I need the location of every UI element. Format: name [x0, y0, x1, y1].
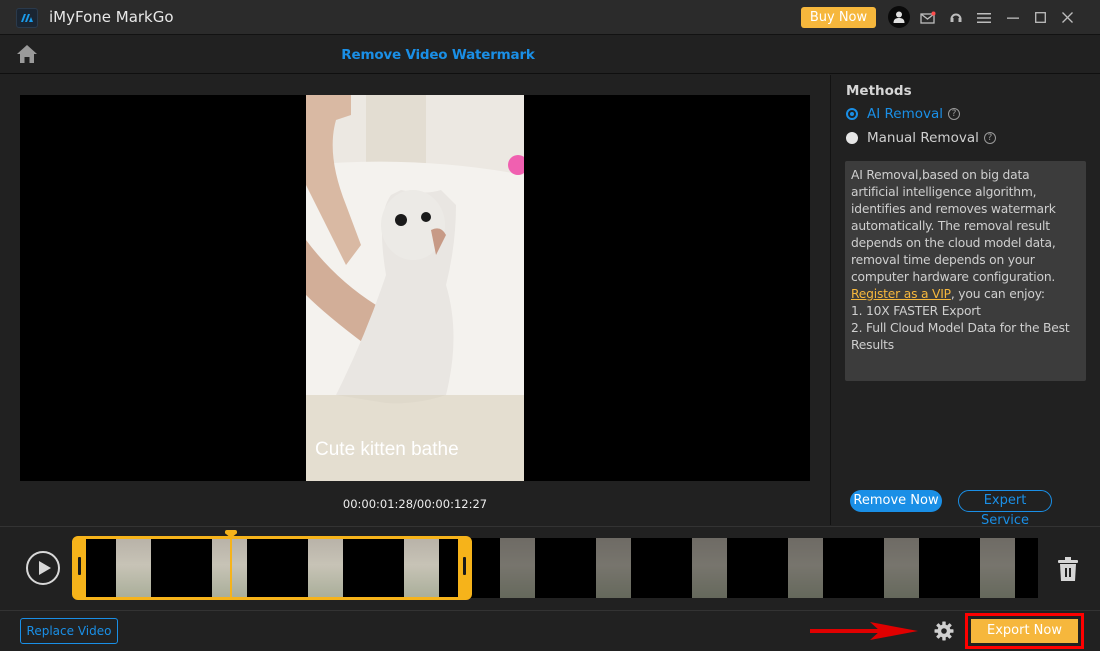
method-description: AI Removal,based on big data artificial …	[845, 161, 1086, 381]
export-highlight-box: Export Now	[965, 613, 1084, 649]
methods-panel: Methods AI Removal ? Manual Removal ? AI…	[830, 75, 1100, 528]
ai-removal-option[interactable]: AI Removal ?	[846, 106, 961, 122]
video-frame: Cute kitten bathe	[306, 95, 524, 481]
manual-removal-option[interactable]: Manual Removal ?	[846, 130, 996, 146]
gear-icon[interactable]	[934, 621, 954, 641]
expert-service-button[interactable]: Expert Service	[958, 490, 1052, 528]
buy-now-button[interactable]: Buy Now	[801, 7, 876, 28]
mail-icon[interactable]	[918, 7, 938, 28]
menu-icon[interactable]	[974, 7, 994, 28]
timeline-thumbnail	[884, 538, 919, 598]
export-now-button[interactable]: Export Now	[971, 619, 1078, 643]
title-bar: iMyFone MarkGo Buy Now	[0, 0, 1100, 35]
preview-panel: Cute kitten bathe 00:00:01:28/00:00:12:2…	[0, 75, 830, 525]
footer-bar: Replace Video Export Now	[0, 612, 1100, 651]
methods-label: Methods	[846, 83, 912, 99]
timeline-thumbnail	[788, 538, 823, 598]
red-arrow-annotation-icon	[810, 622, 918, 640]
page-title: Remove Video Watermark	[341, 47, 535, 63]
replace-video-button[interactable]: Replace Video	[20, 618, 118, 644]
description-text: AI Removal,based on big data artificial …	[851, 168, 1056, 284]
question-circle-icon[interactable]: ?	[983, 132, 996, 144]
video-preview[interactable]: Cute kitten bathe	[20, 95, 810, 481]
page-header: Remove Video Watermark	[0, 36, 1100, 74]
app-window: iMyFone MarkGo Buy Now Remove Video Wate…	[0, 0, 1100, 651]
timeline-thumbnail	[500, 538, 535, 598]
timeline-thumbnail	[596, 538, 631, 598]
vip-suffix: , you can enjoy:	[950, 287, 1045, 301]
timeline-thumbnail	[692, 538, 727, 598]
playhead[interactable]	[230, 536, 232, 600]
video-frame-image	[306, 95, 524, 481]
video-caption: Cute kitten bathe	[315, 439, 459, 460]
timeline-selection[interactable]	[72, 536, 472, 600]
selection-end-handle[interactable]	[463, 557, 466, 575]
user-avatar-icon[interactable]	[888, 6, 910, 28]
remove-now-button[interactable]: Remove Now	[850, 490, 942, 512]
manual-removal-label[interactable]: Manual Removal	[867, 130, 979, 146]
support-headset-icon[interactable]	[946, 7, 966, 28]
register-vip-link[interactable]: Register as a VIP	[851, 287, 951, 301]
timecode: 00:00:01:28/00:00:12:27	[342, 497, 488, 511]
close-icon[interactable]	[1057, 7, 1077, 28]
maximize-icon[interactable]	[1030, 7, 1050, 28]
play-circle-icon[interactable]	[26, 551, 60, 585]
timeline	[0, 526, 1100, 611]
trash-icon[interactable]	[1058, 556, 1078, 582]
minimize-icon[interactable]	[1003, 7, 1023, 28]
benefit-item: 2. Full Cloud Model Data for the Best Re…	[851, 321, 1070, 352]
question-circle-icon[interactable]: ?	[948, 108, 961, 120]
ai-removal-label[interactable]: AI Removal	[867, 106, 943, 122]
ai-removal-radio[interactable]	[846, 108, 858, 120]
timeline-thumbnail	[980, 538, 1015, 598]
app-title: iMyFone MarkGo	[49, 8, 174, 26]
app-logo-icon	[16, 8, 38, 28]
benefit-item: 1. 10X FASTER Export	[851, 304, 981, 318]
selection-start-handle[interactable]	[78, 557, 81, 575]
manual-removal-radio[interactable]	[846, 132, 858, 144]
